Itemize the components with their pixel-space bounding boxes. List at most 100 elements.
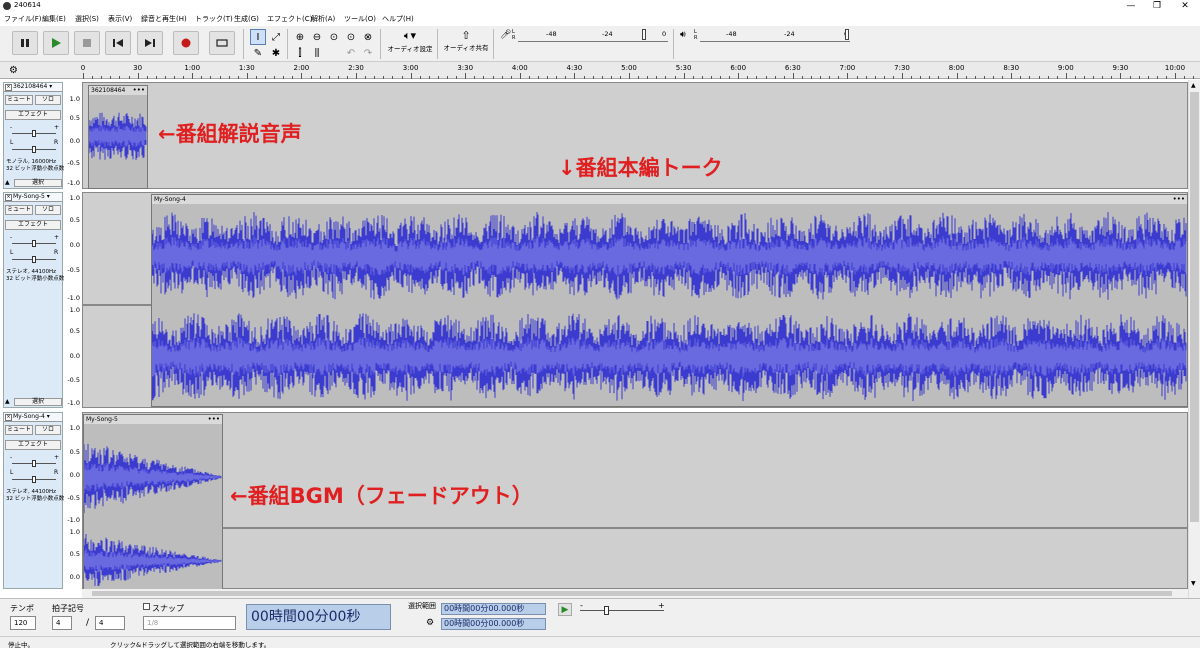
minimize-button[interactable]: — xyxy=(1118,0,1144,12)
time-display[interactable]: 00時間00分00秒 xyxy=(246,604,391,630)
selection-options-icon[interactable]: ⚙ xyxy=(426,618,434,628)
play-speed-thumb[interactable] xyxy=(604,606,609,615)
snap-select[interactable]: 1/8 xyxy=(143,616,236,630)
menu-file[interactable]: ファイル(F) xyxy=(4,14,42,24)
clip-header[interactable]: My-Song-5 ••• xyxy=(84,415,222,424)
skip-end-button[interactable] xyxy=(137,31,163,55)
time-signature-numerator[interactable]: 4 xyxy=(52,616,72,630)
play-level-thumb[interactable] xyxy=(845,29,849,40)
audio-clip[interactable]: My-Song-5 ••• xyxy=(83,414,223,590)
vertical-scroll-thumb[interactable] xyxy=(1190,92,1199,522)
audio-setup-button[interactable]: 🔈︎▾ オーディオ設定 xyxy=(386,29,434,59)
menu-select[interactable]: 選択(S) xyxy=(75,14,99,24)
gain-thumb[interactable] xyxy=(32,460,36,467)
track-name-3[interactable]: My-Song-4 ▾ xyxy=(4,413,62,422)
audio-clip[interactable]: My-Song-4 ••• xyxy=(151,194,1188,407)
recording-meter[interactable]: -48 -24 0 xyxy=(518,29,668,42)
pan-slider[interactable] xyxy=(12,256,56,263)
play-speed-slider[interactable] xyxy=(580,606,664,615)
multi-tool-icon[interactable]: ✱ xyxy=(268,45,284,61)
undo-icon[interactable]: ↶ xyxy=(343,45,359,61)
selection-end[interactable]: 00時間00分00.000秒 xyxy=(441,618,546,630)
silence-icon[interactable]: ⫼ xyxy=(309,45,325,61)
collapse-icon[interactable]: ▲ xyxy=(5,398,10,405)
time-signature-denominator[interactable]: 4 xyxy=(95,616,125,630)
close-button[interactable]: ✕ xyxy=(1172,0,1198,12)
draw-tool-icon[interactable]: ✎ xyxy=(250,45,266,61)
share-audio-button[interactable]: ⇧ オーディオ共有 xyxy=(442,29,490,59)
solo-button[interactable]: ソロ xyxy=(35,95,61,105)
track-close-icon[interactable]: × xyxy=(5,194,12,201)
redo-icon[interactable]: ↷ xyxy=(360,45,376,61)
skip-end-icon xyxy=(145,39,155,47)
snap-checkbox[interactable] xyxy=(143,603,150,610)
rec-level-thumb[interactable] xyxy=(642,29,646,40)
playback-meter[interactable]: -48 -24 0 xyxy=(700,29,850,42)
select-button[interactable]: 選択 xyxy=(14,398,62,406)
fit-selection-icon[interactable]: ⊙ xyxy=(326,29,342,45)
track-area-2[interactable]: My-Song-4 ••• xyxy=(82,192,1188,408)
timeline-ruler[interactable]: ⚙ 0 30 1:00 1:30 2:00 2:30 3:00 3:30 4:00 4:30 5:0… xyxy=(0,62,1200,79)
solo-button[interactable]: ソロ xyxy=(35,205,61,215)
pan-slider[interactable] xyxy=(12,146,56,153)
play-button[interactable] xyxy=(43,31,69,55)
fit-project-icon[interactable]: ⊙ xyxy=(343,29,359,45)
selection-tool-icon[interactable]: I xyxy=(250,29,266,45)
clip-header[interactable]: 362108464 ••• xyxy=(89,86,147,95)
envelope-tool-icon[interactable]: ⤢ xyxy=(268,29,284,45)
track-close-icon[interactable]: × xyxy=(5,414,12,421)
menu-help[interactable]: ヘルプ(H) xyxy=(382,14,414,24)
effects-button[interactable]: エフェクト xyxy=(5,440,61,450)
pause-button[interactable] xyxy=(12,31,38,55)
selection-start[interactable]: 00時間00分00.000秒 xyxy=(441,603,546,615)
select-button[interactable]: 選択 xyxy=(14,179,62,187)
trim-icon[interactable]: ⫿ xyxy=(292,45,308,61)
mute-button[interactable]: ミュート xyxy=(5,95,33,105)
track-name-1[interactable]: 362108464 ▾ xyxy=(4,83,62,92)
scroll-down-icon[interactable]: ▼ xyxy=(1191,580,1196,587)
zoom-toggle-icon[interactable]: ⊗ xyxy=(360,29,376,45)
menu-view[interactable]: 表示(V) xyxy=(108,14,132,24)
loop-button[interactable] xyxy=(209,31,235,55)
menu-edit[interactable]: 編集(E) xyxy=(42,14,66,24)
solo-button[interactable]: ソロ xyxy=(35,425,61,435)
pan-thumb[interactable] xyxy=(32,146,36,153)
track-close-icon[interactable]: × xyxy=(5,84,12,91)
vertical-scrollbar[interactable]: ▲ ▼ xyxy=(1188,80,1200,598)
gain-slider[interactable] xyxy=(12,460,56,467)
tempo-input[interactable]: 120 xyxy=(10,616,36,630)
menu-tools[interactable]: ツール(O) xyxy=(344,14,376,24)
zoom-out-icon[interactable]: ⊖ xyxy=(309,29,325,45)
gain-plus: + xyxy=(54,454,60,461)
menu-transport[interactable]: 録音と再生(H) xyxy=(141,14,187,24)
horizontal-scroll-thumb[interactable] xyxy=(92,591,1172,596)
skip-start-button[interactable] xyxy=(105,31,131,55)
pan-thumb[interactable] xyxy=(32,476,36,483)
mute-button[interactable]: ミュート xyxy=(5,205,33,215)
gain-thumb[interactable] xyxy=(32,240,36,247)
gain-slider[interactable] xyxy=(12,130,56,137)
record-button[interactable] xyxy=(173,31,199,55)
audio-clip[interactable]: 362108464 ••• xyxy=(88,85,148,189)
pan-slider[interactable] xyxy=(12,476,56,483)
collapse-icon[interactable]: ▲ xyxy=(5,179,10,186)
stop-button[interactable] xyxy=(74,31,100,55)
gain-slider[interactable] xyxy=(12,240,56,247)
timeline-options-icon[interactable]: ⚙ xyxy=(9,65,18,76)
menu-analyze[interactable]: 解析(A) xyxy=(311,14,335,24)
effects-button[interactable]: エフェクト xyxy=(5,110,61,120)
menu-effect[interactable]: エフェクト(C) xyxy=(267,14,312,24)
maximize-button[interactable]: ❐ xyxy=(1144,0,1170,12)
menu-tracks[interactable]: トラック(T) xyxy=(195,14,233,24)
play-at-speed-button[interactable]: ▶ xyxy=(558,603,572,616)
scroll-up-icon[interactable]: ▲ xyxy=(1191,82,1196,89)
horizontal-scrollbar[interactable] xyxy=(82,589,1188,598)
zoom-in-icon[interactable]: ⊕ xyxy=(292,29,308,45)
menu-generate[interactable]: 生成(G) xyxy=(234,14,259,24)
gain-thumb[interactable] xyxy=(32,130,36,137)
track-name-2[interactable]: My-Song-5 ▾ xyxy=(4,193,62,202)
pan-thumb[interactable] xyxy=(32,256,36,263)
mute-button[interactable]: ミュート xyxy=(5,425,33,435)
clip-header[interactable]: My-Song-4 ••• xyxy=(152,195,1187,204)
effects-button[interactable]: エフェクト xyxy=(5,220,61,230)
